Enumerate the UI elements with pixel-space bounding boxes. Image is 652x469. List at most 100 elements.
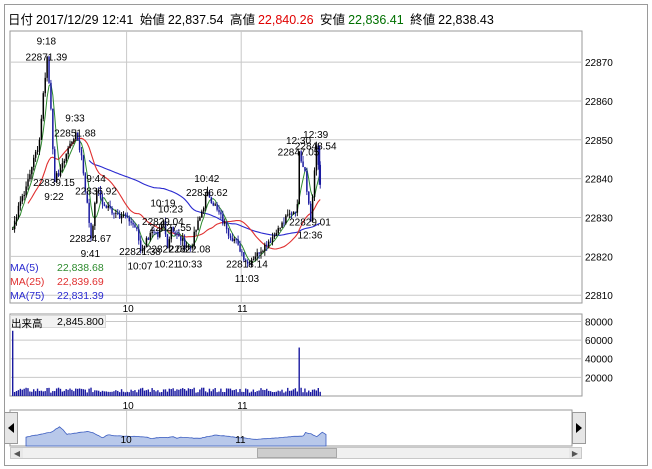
candle-body (12, 229, 14, 230)
candle-body (203, 207, 205, 212)
candle-body (38, 139, 41, 151)
candle-body (279, 227, 281, 229)
candle-body (29, 174, 31, 180)
legend-ma75-label: MA(75) (10, 290, 45, 302)
price-tick-label: 22820 (585, 252, 613, 263)
volume-bar (227, 388, 230, 396)
scrollbar-thumb[interactable] (257, 448, 337, 458)
candle-body (44, 77, 46, 94)
candle-body (147, 238, 150, 240)
volume-bar (199, 389, 201, 396)
price-annotation: 22827.55 (150, 223, 192, 234)
volume-bar (13, 391, 16, 396)
volume-bar (311, 389, 314, 396)
volume-bar (309, 392, 312, 396)
candle-body (302, 161, 304, 168)
candle-body (128, 217, 131, 222)
volume-bar (92, 392, 94, 396)
volume-bar (73, 391, 75, 396)
scroll-left-button[interactable] (4, 412, 18, 444)
candle-body (134, 224, 136, 228)
volume-bar (248, 392, 251, 396)
volume-bar (61, 391, 64, 396)
candle-body (199, 217, 201, 221)
arrow-left-icon (8, 423, 14, 433)
volume-bar (34, 391, 37, 396)
candle-body (237, 239, 239, 245)
volume-bar (52, 391, 54, 396)
price-annotation: 11:03 (235, 274, 260, 285)
volume-bar (250, 391, 253, 396)
price-annotation: 12:36 (297, 231, 322, 242)
volume-bar (252, 389, 255, 396)
scroll-right-button[interactable] (572, 412, 586, 444)
volume-bar (99, 391, 102, 396)
scrollbar-right-arrow-icon[interactable]: ▶ (569, 448, 581, 458)
volume-bar (180, 388, 182, 396)
candle-body (115, 212, 117, 214)
volume-bar (19, 388, 22, 396)
legend-ma75: MA(75) 22,831.39 (10, 290, 104, 302)
volume-bar (187, 388, 190, 396)
candle-body (271, 237, 274, 243)
price-annotation: 10:07 (127, 262, 152, 273)
volume-tick-label: 20000 (585, 373, 613, 384)
volume-bar (124, 392, 127, 396)
legend-ma5: MA(5) 22,838.68 (10, 262, 104, 274)
price-annotation: 22818.14 (226, 260, 268, 271)
candle-body (239, 244, 241, 252)
volume-bar (246, 389, 249, 396)
volume-bar (103, 391, 106, 396)
price-annotation: 22829.01 (289, 217, 331, 228)
candle-body (132, 222, 134, 225)
scrollbar-left-arrow-icon[interactable]: ◀ (11, 448, 23, 458)
candle-body (126, 215, 129, 218)
volume-bar (239, 388, 241, 396)
candle-body (57, 173, 60, 176)
candle-body (241, 251, 243, 253)
volume-bar (262, 389, 264, 396)
candle-body (103, 204, 106, 206)
volume-bar (296, 391, 298, 396)
volume-bar (241, 391, 243, 396)
candle-body (281, 222, 283, 228)
volume-bar (88, 388, 90, 396)
candle-body (227, 229, 230, 236)
candle-body (36, 150, 39, 153)
volume-bar (113, 391, 115, 396)
volume-bar (117, 390, 119, 396)
volume-bar (235, 389, 237, 396)
volume-bar (136, 392, 138, 396)
candle-body (149, 233, 152, 240)
candle-body (256, 252, 258, 257)
candle-body (13, 220, 16, 230)
volume-bar (145, 390, 148, 396)
volume-bar (313, 389, 316, 396)
candle-body (78, 140, 81, 151)
volume-bar (78, 388, 81, 396)
volume-bar (231, 390, 234, 396)
volume-bar (15, 391, 18, 396)
volume-bar (206, 392, 209, 396)
volume-bar (17, 390, 20, 396)
candle-body (82, 155, 85, 174)
volume-tick-label: 60000 (585, 336, 613, 347)
candle-body (23, 194, 25, 197)
candle-body (33, 157, 35, 167)
volume-bar (258, 390, 260, 396)
candle-body (235, 239, 237, 241)
volume-bar (141, 387, 144, 396)
candle-body (267, 241, 270, 247)
price-annotation: 9:33 (65, 114, 85, 125)
volume-bar (233, 389, 235, 396)
volume-bar (86, 392, 88, 396)
volume-bar (172, 388, 174, 396)
candle-body (277, 228, 279, 234)
volume-bar (122, 391, 125, 396)
volume-bar (71, 389, 73, 396)
volume-bar (31, 391, 33, 396)
volume-tick-label: 80000 (585, 317, 613, 328)
volume-bar (27, 388, 29, 396)
volume-bar (260, 388, 262, 396)
horizontal-scrollbar[interactable]: ◀ ▶ (10, 447, 582, 459)
